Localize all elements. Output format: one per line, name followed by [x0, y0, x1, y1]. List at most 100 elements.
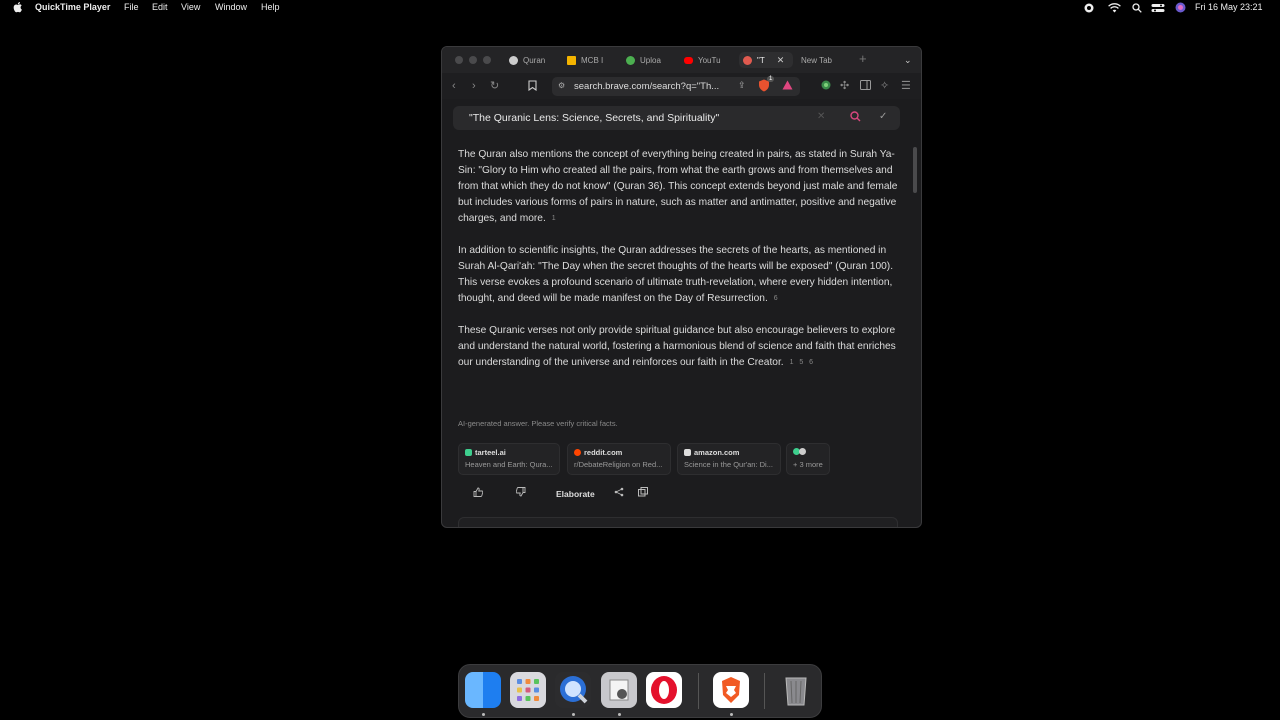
close-window-button[interactable]: [455, 56, 463, 64]
siri-icon[interactable]: [1175, 1, 1186, 14]
menu-help[interactable]: Help: [261, 2, 280, 12]
trash-icon[interactable]: [778, 672, 814, 708]
source-domain-text: reddit.com: [584, 448, 623, 457]
answer-paragraph: In addition to scientific insights, the …: [458, 243, 898, 307]
back-arrow-icon[interactable]: ‹: [452, 80, 456, 92]
dock: [458, 664, 822, 718]
spotlight-search-icon[interactable]: [1132, 1, 1142, 14]
launchpad-icon[interactable]: [510, 672, 546, 708]
source-domain: tarteel.ai: [465, 448, 506, 457]
dock-separator: [698, 673, 699, 709]
follow-up-card: [458, 517, 898, 527]
source-card-more[interactable]: + 3 more: [786, 443, 830, 475]
thumbs-down-icon[interactable]: [515, 487, 526, 501]
forward-arrow-icon[interactable]: ›: [472, 80, 476, 92]
share-icon[interactable]: ⇪: [738, 80, 746, 91]
brave-icon[interactable]: [713, 672, 749, 708]
elaborate-button[interactable]: Elaborate: [556, 487, 595, 501]
tab-quran[interactable]: Quran: [509, 52, 553, 68]
citation-link[interactable]: 6: [774, 295, 778, 302]
apple-logo-icon[interactable]: [13, 1, 23, 13]
citation-link[interactable]: 1 5 6: [790, 359, 813, 366]
sidebar-toggle-icon[interactable]: [860, 80, 871, 93]
tab-label: YouTu: [698, 55, 721, 65]
tab-upload[interactable]: Uploa: [626, 52, 670, 68]
more-sources-label: + 3 more: [793, 460, 823, 469]
thumbs-up-icon[interactable]: [473, 487, 484, 501]
menu-edit[interactable]: Edit: [152, 2, 168, 12]
tab-brave-search-active[interactable]: "T ✕: [739, 52, 793, 68]
scrollbar-thumb[interactable]: [913, 147, 917, 193]
reload-icon[interactable]: ↻: [490, 80, 499, 92]
running-indicator: [572, 713, 575, 716]
source-card-tarteel[interactable]: tarteel.ai Heaven and Earth: Qura...: [458, 443, 560, 475]
close-tab-icon[interactable]: ✕: [777, 55, 785, 66]
reddit-favicon-icon: [574, 449, 581, 456]
menu-window[interactable]: Window: [215, 2, 247, 12]
copy-icon[interactable]: [638, 487, 648, 501]
source-card-reddit[interactable]: reddit.com r/DebateReligion on Red...: [567, 443, 671, 475]
submit-checkmark-icon[interactable]: ✓: [879, 111, 887, 122]
search-query-box[interactable]: "The Quranic Lens: Science, Secrets, and…: [453, 106, 900, 130]
share-icon[interactable]: [614, 487, 624, 501]
extension-green-icon[interactable]: [821, 80, 831, 93]
source-domain: amazon.com: [684, 448, 739, 457]
menu-app-name[interactable]: QuickTime Player: [35, 2, 110, 12]
tab-new-tab[interactable]: New Tab: [801, 52, 845, 68]
menu-file[interactable]: File: [124, 2, 139, 12]
record-status-icon[interactable]: [1084, 1, 1094, 14]
tab-list-chevron-icon[interactable]: ⌄: [904, 54, 912, 66]
answer-paragraph: These Quranic verses not only provide sp…: [458, 323, 898, 371]
running-indicator: [618, 713, 621, 716]
minimize-window-button[interactable]: [469, 56, 477, 64]
wifi-icon[interactable]: [1108, 1, 1121, 14]
brave-rewards-icon[interactable]: [782, 80, 793, 93]
quicktime-icon[interactable]: [555, 672, 591, 708]
more-sources-favicons: [793, 448, 809, 455]
google-drive-icon: [567, 55, 576, 65]
menu-datetime[interactable]: Fri 16 May 23:21: [1195, 2, 1263, 12]
menu-hamburger-icon[interactable]: ☰: [901, 80, 911, 92]
browser-window: Quran MCB I Uploa YouTu "T ✕ New Tab + ⌄…: [441, 46, 922, 528]
source-domain-text: amazon.com: [694, 448, 740, 457]
chatgpt-icon: [509, 55, 518, 65]
amazon-favicon-icon: [684, 449, 691, 456]
ai-disclaimer: AI-generated answer. Please verify criti…: [458, 419, 618, 428]
running-indicator: [730, 713, 733, 716]
citation-link[interactable]: 1: [552, 215, 556, 222]
tab-mcb[interactable]: MCB I: [567, 52, 611, 68]
site-settings-icon[interactable]: ⚙: [558, 81, 565, 90]
menu-view[interactable]: View: [181, 2, 200, 12]
clear-search-icon[interactable]: ✕: [817, 111, 825, 122]
tab-bar: Quran MCB I Uploa YouTu "T ✕ New Tab + ⌄: [442, 47, 921, 73]
answer-text: In addition to scientific insights, the …: [458, 245, 894, 304]
tarteel-favicon-icon: [465, 449, 472, 456]
new-tab-plus-icon[interactable]: +: [859, 52, 867, 65]
bookmark-icon[interactable]: [528, 80, 537, 94]
tab-youtube[interactable]: YouTu: [684, 52, 728, 68]
favicon-stack-icon: [799, 448, 806, 455]
answer-text: These Quranic verses not only provide sp…: [458, 325, 896, 368]
tab-label: MCB I: [581, 55, 604, 65]
extensions-puzzle-icon[interactable]: ✣: [840, 80, 849, 92]
source-title: Heaven and Earth: Qura...: [465, 460, 553, 469]
search-query-text[interactable]: "The Quranic Lens: Science, Secrets, and…: [469, 112, 719, 124]
zoom-window-button[interactable]: [483, 56, 491, 64]
ai-answer-body: The Quran also mentions the concept of e…: [458, 147, 898, 387]
opera-icon[interactable]: [646, 672, 682, 708]
answer-text: The Quran also mentions the concept of e…: [458, 149, 898, 224]
search-magnifier-icon[interactable]: [850, 111, 861, 125]
source-title: Science in the Qur'an: Di...: [684, 460, 773, 469]
menu-bar: QuickTime Player File Edit View Window H…: [0, 0, 1280, 15]
youtube-icon: [684, 56, 693, 64]
tab-label: Uploa: [640, 55, 661, 65]
control-center-icon[interactable]: [1151, 1, 1165, 14]
tab-label: New Tab: [801, 55, 832, 65]
leo-ai-icon[interactable]: ✧: [880, 80, 889, 92]
source-card-amazon[interactable]: amazon.com Science in the Qur'an: Di...: [677, 443, 781, 475]
navigation-toolbar: ‹ › ↻ ⚙ search.brave.com/search?q="Th...…: [442, 73, 921, 99]
source-domain-text: tarteel.ai: [475, 448, 506, 457]
preview-icon[interactable]: [601, 672, 637, 708]
finder-icon[interactable]: [465, 672, 501, 708]
address-url[interactable]: search.brave.com/search?q="Th...: [574, 81, 719, 92]
